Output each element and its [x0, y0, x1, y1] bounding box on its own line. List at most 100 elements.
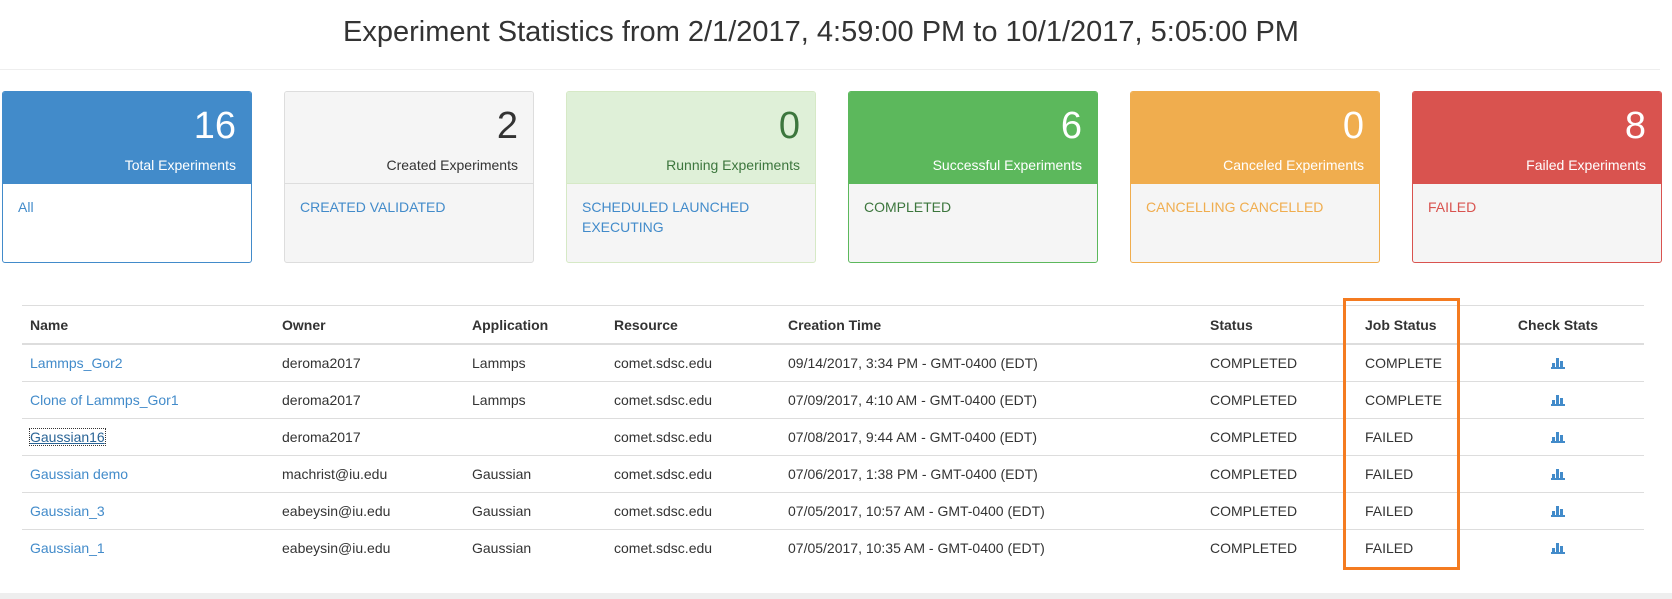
header-name[interactable]: Name [22, 305, 274, 345]
check-stats-cell [1472, 492, 1644, 530]
bar-chart-icon[interactable] [1551, 467, 1565, 483]
total-count: 16 [193, 105, 236, 147]
failed-states-link[interactable]: FAILED [1413, 184, 1661, 230]
status-cell: COMPLETED [1202, 492, 1357, 530]
job-status-cell: COMPLETE [1357, 381, 1472, 419]
check-stats-cell [1472, 455, 1644, 493]
experiments-table: Name Owner Application Resource Creation… [22, 305, 1644, 566]
failed-count: 8 [1624, 105, 1646, 147]
resource-cell: comet.sdsc.edu [606, 492, 780, 530]
job-status-cell: FAILED [1357, 455, 1472, 493]
job-status-cell: COMPLETE [1357, 343, 1472, 382]
creation-time-cell: 09/14/2017, 3:34 PM - GMT-0400 (EDT) [780, 343, 1202, 382]
created-count: 2 [496, 105, 518, 147]
creation-time-cell: 07/09/2017, 4:10 AM - GMT-0400 (EDT) [780, 381, 1202, 419]
experiment-name-link[interactable]: Gaussian16 [29, 428, 106, 446]
header-resource[interactable]: Resource [606, 305, 780, 345]
running-count: 0 [778, 105, 800, 147]
card-cancel-header: 0 Canceled Experiments [1131, 92, 1379, 184]
application-cell: Gaussian [464, 492, 606, 530]
total-states-link[interactable]: All [3, 184, 251, 230]
header-application[interactable]: Application [464, 305, 606, 345]
success-label: Successful Experiments [932, 157, 1082, 173]
owner-cell: eabeysin@iu.edu [274, 492, 464, 530]
cancel-label: Canceled Experiments [1223, 157, 1364, 173]
table-row: Lammps_Gor2 deroma2017 Lammps comet.sdsc.ed… [22, 343, 1644, 382]
job-status-cell: FAILED [1357, 529, 1472, 566]
check-stats-cell [1472, 381, 1644, 419]
bar-chart-icon[interactable] [1551, 430, 1565, 446]
success-count: 6 [1060, 105, 1082, 147]
owner-cell: deroma2017 [274, 343, 464, 382]
bar-chart-icon[interactable] [1551, 541, 1565, 557]
header-owner[interactable]: Owner [274, 305, 464, 345]
job-status-cell: FAILED [1357, 418, 1472, 456]
cancel-states-link[interactable]: CANCELLING CANCELLED [1131, 184, 1379, 230]
check-stats-cell [1472, 529, 1644, 566]
created-label: Created Experiments [386, 157, 518, 173]
title-divider [0, 69, 1660, 70]
status-cell: COMPLETED [1202, 455, 1357, 493]
failed-label: Failed Experiments [1526, 157, 1646, 173]
card-successful-experiments[interactable]: 6 Successful Experiments COMPLETED [848, 91, 1098, 263]
application-cell: Lammps [464, 343, 606, 382]
check-stats-cell [1472, 418, 1644, 456]
bar-chart-icon[interactable] [1551, 356, 1565, 372]
card-created-experiments[interactable]: 2 Created Experiments CREATED VALIDATED [284, 91, 534, 263]
creation-time-cell: 07/06/2017, 1:38 PM - GMT-0400 (EDT) [780, 455, 1202, 493]
resource-cell: comet.sdsc.edu [606, 455, 780, 493]
created-states-link[interactable]: CREATED VALIDATED [285, 184, 533, 230]
table-row: Gaussian demo machrist@iu.edu Gaussian come… [22, 455, 1644, 493]
header-status[interactable]: Status [1202, 305, 1357, 345]
experiment-name-link[interactable]: Clone of Lammps_Gor1 [30, 392, 179, 408]
table-row: Gaussian16 deroma2017 comet.sdsc.edu 07/08/… [22, 418, 1644, 456]
card-running-header: 0 Running Experiments [567, 92, 815, 184]
owner-cell: eabeysin@iu.edu [274, 529, 464, 566]
card-failed-header: 8 Failed Experiments [1413, 92, 1661, 184]
bar-chart-icon[interactable] [1551, 393, 1565, 409]
header-check-stats: Check Stats [1472, 305, 1644, 345]
running-states-link[interactable]: SCHEDULED LAUNCHED EXECUTING [567, 184, 815, 250]
experiment-name-link[interactable]: Lammps_Gor2 [30, 355, 123, 371]
experiment-name-link[interactable]: Gaussian_3 [30, 503, 105, 519]
header-job-status[interactable]: Job Status [1357, 305, 1472, 345]
status-cell: COMPLETED [1202, 343, 1357, 382]
application-cell: Lammps [464, 381, 606, 419]
table-row: Gaussian_3 eabeysin@iu.edu Gaussian comet.s… [22, 492, 1644, 530]
table-row: Clone of Lammps_Gor1 deroma2017 Lammps come… [22, 381, 1644, 419]
page-title: Experiment Statistics from 2/1/2017, 4:5… [343, 16, 1299, 48]
resource-cell: comet.sdsc.edu [606, 381, 780, 419]
card-total-experiments[interactable]: 16 Total Experiments All [2, 91, 252, 263]
bar-chart-icon[interactable] [1551, 504, 1565, 520]
card-success-header: 6 Successful Experiments [849, 92, 1097, 184]
bottom-bar [0, 593, 1672, 599]
card-created-header: 2 Created Experiments [285, 92, 533, 184]
status-cell: COMPLETED [1202, 418, 1357, 456]
check-stats-cell [1472, 343, 1644, 382]
card-total-header: 16 Total Experiments [3, 92, 251, 184]
creation-time-cell: 07/05/2017, 10:35 AM - GMT-0400 (EDT) [780, 529, 1202, 566]
card-failed-experiments[interactable]: 8 Failed Experiments FAILED [1412, 91, 1662, 263]
card-running-experiments[interactable]: 0 Running Experiments SCHEDULED LAUNCHED… [566, 91, 816, 263]
running-label: Running Experiments [666, 157, 800, 173]
application-cell: Gaussian [464, 529, 606, 566]
resource-cell: comet.sdsc.edu [606, 529, 780, 566]
owner-cell: machrist@iu.edu [274, 455, 464, 493]
application-cell [464, 418, 606, 456]
resource-cell: comet.sdsc.edu [606, 343, 780, 382]
application-cell: Gaussian [464, 455, 606, 493]
cancel-count: 0 [1342, 105, 1364, 147]
success-states-link[interactable]: COMPLETED [849, 184, 1097, 230]
table-row: Gaussian_1 eabeysin@iu.edu Gaussian comet.s… [22, 529, 1644, 566]
status-cell: COMPLETED [1202, 381, 1357, 419]
experiment-name-link[interactable]: Gaussian_1 [30, 540, 105, 556]
owner-cell: deroma2017 [274, 418, 464, 456]
table-header-row: Name Owner Application Resource Creation… [22, 305, 1644, 345]
card-canceled-experiments[interactable]: 0 Canceled Experiments CANCELLING CANCEL… [1130, 91, 1380, 263]
header-creation-time[interactable]: Creation Time [780, 305, 1202, 345]
resource-cell: comet.sdsc.edu [606, 418, 780, 456]
job-status-cell: FAILED [1357, 492, 1472, 530]
experiment-name-link[interactable]: Gaussian demo [30, 466, 128, 482]
owner-cell: deroma2017 [274, 381, 464, 419]
creation-time-cell: 07/08/2017, 9:44 AM - GMT-0400 (EDT) [780, 418, 1202, 456]
